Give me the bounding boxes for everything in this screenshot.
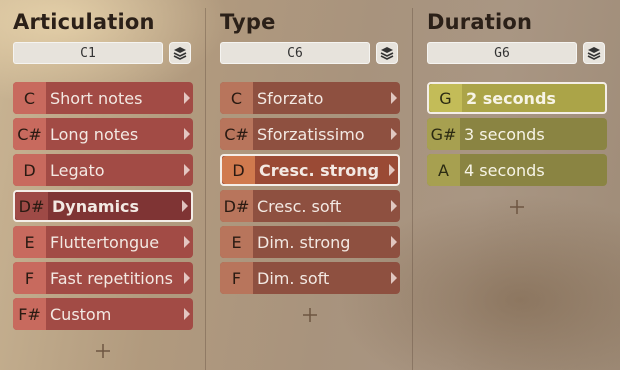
key-label: D xyxy=(13,154,46,186)
item-label: Cresc. strong xyxy=(259,160,380,180)
chevron-right-icon[interactable] xyxy=(391,92,397,104)
column-divider xyxy=(205,8,206,370)
list-item[interactable]: E Fluttertongue xyxy=(13,226,193,258)
item-label: Fluttertongue xyxy=(50,232,160,252)
articulation-add-button[interactable] xyxy=(96,344,110,358)
list-item[interactable]: G# 3 seconds xyxy=(427,118,607,150)
chevron-right-icon[interactable] xyxy=(184,308,190,320)
key-label: A xyxy=(427,154,460,186)
chevron-right-icon[interactable] xyxy=(391,200,397,212)
chevron-right-icon[interactable] xyxy=(184,272,190,284)
item-label: Dynamics xyxy=(52,196,140,216)
list-item[interactable]: C Sforzato xyxy=(220,82,400,114)
list-item[interactable]: C# Sforzatissimo xyxy=(220,118,400,150)
chevron-right-icon[interactable] xyxy=(184,164,190,176)
duration-stack-button[interactable] xyxy=(583,42,605,64)
list-item[interactable]: F# Custom xyxy=(13,298,193,330)
key-label: F xyxy=(13,262,46,294)
list-item[interactable]: D# Cresc. soft xyxy=(220,190,400,222)
chevron-right-icon[interactable] xyxy=(184,92,190,104)
layers-icon xyxy=(380,47,394,60)
list-item[interactable]: F Fast repetitions xyxy=(13,262,193,294)
list-item[interactable]: D# Dynamics xyxy=(13,190,193,222)
item-label: Dim. soft xyxy=(257,268,330,288)
chevron-right-icon[interactable] xyxy=(184,236,190,248)
list-item[interactable]: A4 seconds xyxy=(427,154,607,186)
column-divider xyxy=(412,8,413,370)
duration-column: Duration G6 G2 seconds G# 3 seconds A 4 seco… xyxy=(414,0,620,370)
duration-list: G2 seconds G# 3 seconds A 4 seconds xyxy=(427,82,607,190)
item-label: 3 seconds xyxy=(464,124,545,144)
list-item[interactable]: D Cresc. strong xyxy=(220,154,400,186)
duration-selector[interactable]: G6 xyxy=(427,42,577,64)
layers-icon xyxy=(173,47,187,60)
list-item[interactable]: E Dim. strong xyxy=(220,226,400,258)
list-item[interactable]: G2 seconds xyxy=(427,82,607,114)
key-label: F# xyxy=(13,298,46,330)
articulation-column: Articulation C1 C Short notes C# Long notes… xyxy=(0,0,205,370)
chevron-right-icon[interactable] xyxy=(389,164,395,176)
articulation-heading: Articulation xyxy=(13,10,155,34)
articulation-stack-button[interactable] xyxy=(169,42,191,64)
item-label: Sforzatissimo xyxy=(257,124,365,144)
key-label: E xyxy=(220,226,253,258)
list-item[interactable]: F Dim. soft xyxy=(220,262,400,294)
list-item[interactable]: C Short notes xyxy=(13,82,193,114)
articulation-list: C Short notes C# Long notes D Legato D# Dynamic… xyxy=(13,82,193,334)
chevron-right-icon[interactable] xyxy=(391,236,397,248)
key-label: C# xyxy=(13,118,46,150)
item-label: Sforzato xyxy=(257,88,324,108)
type-heading: Type xyxy=(220,10,276,34)
item-label: 4 seconds xyxy=(464,160,545,180)
key-label: C# xyxy=(220,118,253,150)
type-column: Type C6 C Sforzato C# Sforzatissimo D Cresc. … xyxy=(207,0,412,370)
articulation-selector[interactable]: C1 xyxy=(13,42,163,64)
list-item[interactable]: C# Long notes xyxy=(13,118,193,150)
duration-heading: Duration xyxy=(427,10,533,34)
key-label: F xyxy=(220,262,253,294)
chevron-right-icon[interactable] xyxy=(391,128,397,140)
key-label: D xyxy=(222,156,255,184)
layers-icon xyxy=(587,47,601,60)
key-label: C xyxy=(13,82,46,114)
item-label: Fast repetitions xyxy=(50,268,174,288)
item-label: Legato xyxy=(50,160,105,180)
key-label: E xyxy=(13,226,46,258)
item-label: Custom xyxy=(50,304,112,324)
duration-add-button[interactable] xyxy=(510,200,524,214)
chevron-right-icon[interactable] xyxy=(182,200,188,212)
key-label: C xyxy=(220,82,253,114)
type-stack-button[interactable] xyxy=(376,42,398,64)
chevron-right-icon[interactable] xyxy=(184,128,190,140)
item-label: Cresc. soft xyxy=(257,196,342,216)
item-label: Dim. strong xyxy=(257,232,351,252)
key-label: D# xyxy=(220,190,253,222)
key-label: D# xyxy=(15,192,48,220)
type-selector[interactable]: C6 xyxy=(220,42,370,64)
key-label: G xyxy=(429,84,462,112)
list-item[interactable]: D Legato xyxy=(13,154,193,186)
item-label: Short notes xyxy=(50,88,143,108)
item-label: 2 seconds xyxy=(466,88,556,108)
item-label: Long notes xyxy=(50,124,139,144)
key-label: G# xyxy=(427,118,460,150)
chevron-right-icon[interactable] xyxy=(391,272,397,284)
type-add-button[interactable] xyxy=(303,308,317,322)
type-list: C Sforzato C# Sforzatissimo D Cresc. strong D#… xyxy=(220,82,400,298)
